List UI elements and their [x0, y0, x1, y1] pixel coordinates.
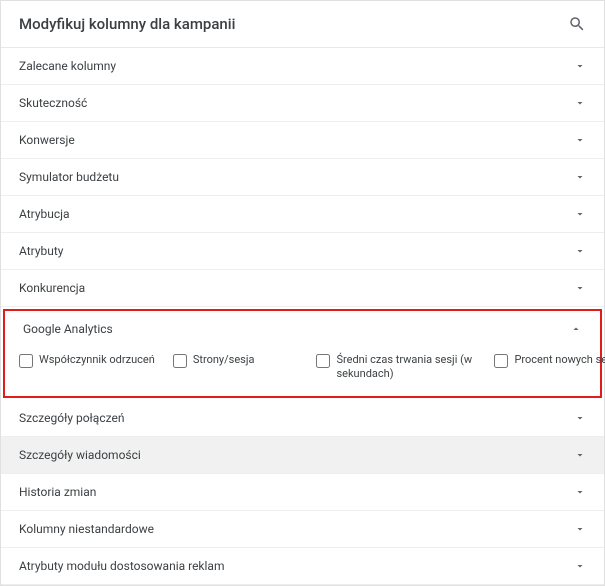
section-skutecznosc[interactable]: Skuteczność [1, 85, 604, 122]
section-label: Symulator budżetu [19, 170, 119, 184]
section-label: Atrybucja [19, 207, 70, 221]
modify-columns-panel: Modyfikuj kolumny dla kampanii Zalecane … [0, 0, 605, 586]
section-label: Konkurencja [19, 281, 85, 295]
ga-options-row: Współczynnik odrzuceń Strony/sesja Średn… [5, 347, 600, 396]
section-label: Szczegóły połączeń [19, 411, 124, 425]
search-icon[interactable] [568, 15, 586, 33]
section-label: Kolumny niestandardowe [19, 522, 154, 536]
section-google-analytics[interactable]: Google Analytics [5, 311, 600, 347]
chevron-down-icon [574, 97, 586, 109]
section-konkurencja[interactable]: Konkurencja [1, 270, 604, 307]
option-label: Średni czas trwania sesji (w sekundach) [336, 353, 476, 382]
section-atrybuty-modulu[interactable]: Atrybuty modułu dostosowania reklam [1, 548, 604, 585]
option-label: Procent nowych sesji [514, 353, 605, 367]
section-label: Google Analytics [23, 322, 113, 336]
section-konwersje[interactable]: Konwersje [1, 122, 604, 159]
option-procent-nowych-sesji[interactable]: Procent nowych sesji [494, 353, 605, 382]
chevron-down-icon [574, 60, 586, 72]
section-zalecane-kolumny[interactable]: Zalecane kolumny [1, 48, 604, 85]
section-label: Konwersje [19, 133, 75, 147]
section-historia-zmian[interactable]: Historia zmian [1, 474, 604, 511]
section-label: Szczegóły wiadomości [19, 448, 141, 462]
section-google-analytics-highlighted: Google Analytics Współczynnik odrzuceń S… [3, 309, 602, 398]
section-label: Atrybuty [19, 244, 63, 258]
chevron-down-icon [574, 282, 586, 294]
section-label: Skuteczność [19, 96, 87, 110]
option-label: Strony/sesja [193, 353, 255, 367]
section-symulator-budzetu[interactable]: Symulator budżetu [1, 159, 604, 196]
option-sredni-czas-trwania[interactable]: Średni czas trwania sesji (w sekundach) [316, 353, 476, 382]
chevron-down-icon [574, 523, 586, 535]
chevron-down-icon [574, 171, 586, 183]
panel-title: Modyfikuj kolumny dla kampanii [19, 15, 235, 33]
chevron-down-icon [574, 208, 586, 220]
section-label: Zalecane kolumny [19, 59, 116, 73]
option-strony-sesja[interactable]: Strony/sesja [173, 353, 255, 382]
section-kolumny-niestandardowe[interactable]: Kolumny niestandardowe [1, 511, 604, 548]
option-label: Współczynnik odrzuceń [39, 353, 155, 367]
chevron-up-icon [570, 323, 582, 335]
panel-header: Modyfikuj kolumny dla kampanii [1, 1, 604, 48]
chevron-down-icon [574, 560, 586, 572]
section-label: Historia zmian [19, 485, 96, 499]
checkbox-wspolczynnik-odrzucen[interactable] [19, 354, 33, 368]
chevron-down-icon [574, 245, 586, 257]
section-atrybucja[interactable]: Atrybucja [1, 196, 604, 233]
chevron-down-icon [574, 134, 586, 146]
chevron-down-icon [574, 486, 586, 498]
section-szczegoly-polaczen[interactable]: Szczegóły połączeń [1, 400, 604, 437]
chevron-down-icon [574, 412, 586, 424]
checkbox-sredni-czas-trwania[interactable] [316, 354, 330, 368]
section-szczegoly-wiadomosci[interactable]: Szczegóły wiadomości [1, 437, 604, 474]
checkbox-strony-sesja[interactable] [173, 354, 187, 368]
option-wspolczynnik-odrzucen[interactable]: Współczynnik odrzuceń [19, 353, 155, 382]
section-atrybuty[interactable]: Atrybuty [1, 233, 604, 270]
chevron-down-icon [574, 449, 586, 461]
checkbox-procent-nowych-sesji[interactable] [494, 354, 508, 368]
section-label: Atrybuty modułu dostosowania reklam [19, 559, 224, 573]
